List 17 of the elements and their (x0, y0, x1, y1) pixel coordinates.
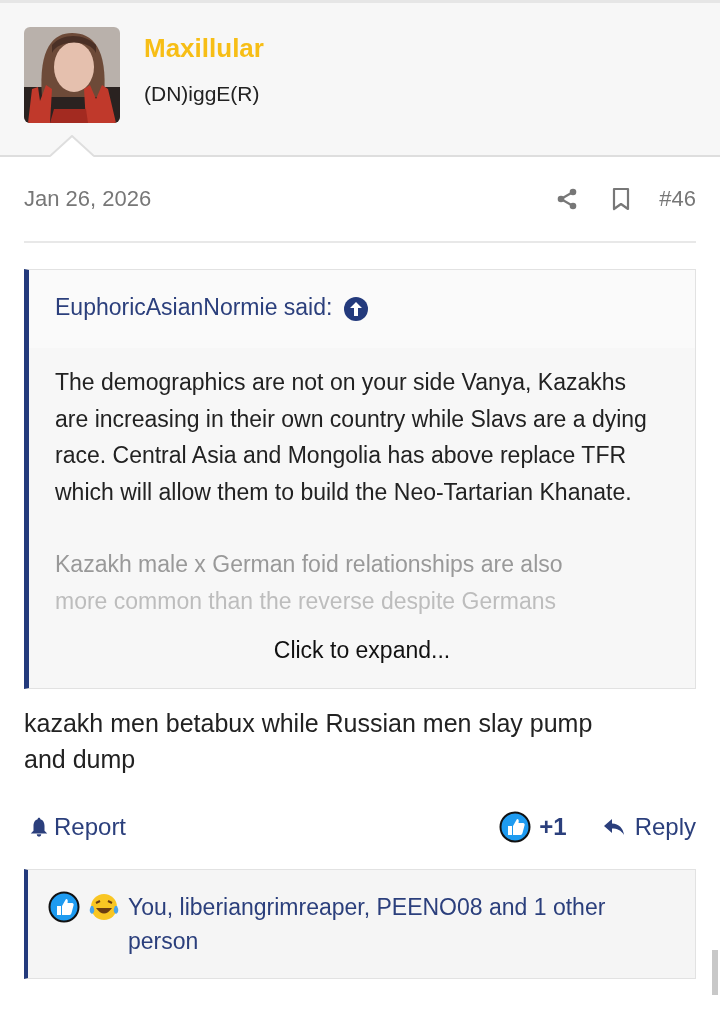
quote-line: Kazakh male x German foid relationships are also (55, 550, 563, 579)
scrollbar[interactable] (712, 950, 718, 995)
quote-author[interactable]: EuphoricAsianNormie said: (55, 294, 333, 321)
laughing-emoji-icon (88, 891, 120, 923)
like-icon (48, 891, 80, 923)
quote-paragraph: The demographics are not on your side Vanya, Kazakhs are increasing in their own country while Slavs are a dying race. Central Asia and Mongolia has above replace TFR which will allow them to build the Neo-Tartarian Khanate. (55, 368, 648, 507)
user-title: (DN)iggE(R) (144, 82, 261, 106)
reply-button[interactable]: Reply (600, 813, 696, 841)
expand-link[interactable]: Click to expand... (273, 637, 451, 663)
reactions-text[interactable]: You, liberiangrimreaper, PEENO08 and 1 other person (128, 890, 675, 958)
report-button[interactable]: Report (28, 813, 127, 841)
like-icon (499, 811, 532, 843)
quote-line: more common than the reverse despite Germans (55, 586, 557, 616)
post-number[interactable]: #46 (659, 186, 696, 212)
post-message: kazakh men betabux while Russian men slay pump and dump (24, 708, 594, 775)
post-date[interactable]: Jan 26, 2026 (24, 186, 556, 212)
like-count[interactable]: +1 (539, 813, 567, 841)
